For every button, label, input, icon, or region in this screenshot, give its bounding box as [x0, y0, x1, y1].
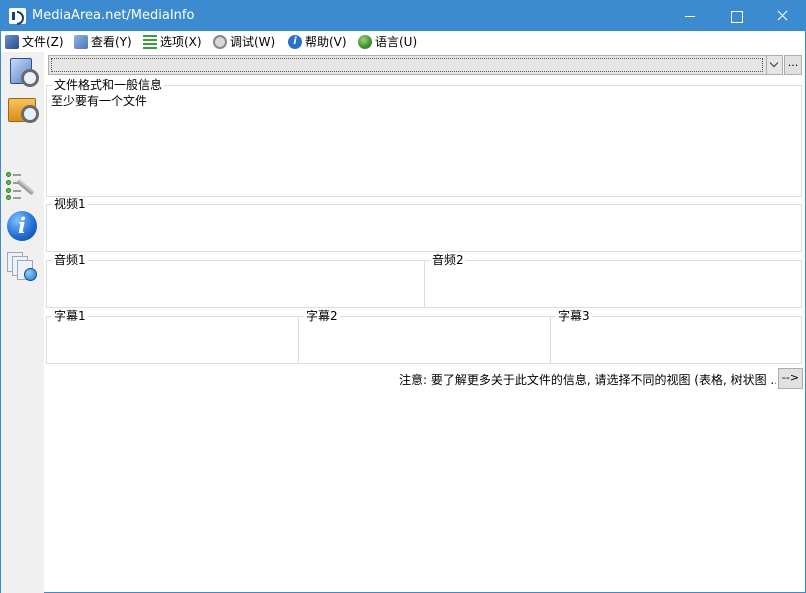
options-icon	[143, 34, 157, 49]
menu-file-label: 文件(Z)	[22, 35, 64, 49]
menu-debug[interactable]: 调试(W)	[213, 33, 275, 50]
audio1-title: 音频1	[52, 253, 88, 267]
menu-language-label: 语言(U)	[375, 35, 418, 49]
menu-view[interactable]: 查看(Y)	[74, 33, 132, 50]
text3-title: 字幕3	[556, 309, 592, 323]
menu-bar: 文件(Z) 查看(Y) 选项(X) 调试(W) i 帮助(V) 语言(U)	[1, 31, 805, 52]
about-button[interactable]: i	[6, 210, 39, 243]
left-toolbar: i	[1, 52, 44, 593]
menu-debug-label: 调试(W)	[230, 35, 276, 49]
general-info-title: 文件格式和一般信息	[52, 78, 165, 92]
debug-icon	[213, 34, 227, 49]
file-icon	[5, 34, 19, 49]
text2-title: 字幕2	[304, 309, 340, 323]
next-view-button[interactable]: -->	[778, 368, 803, 389]
website-button[interactable]	[6, 250, 39, 283]
mediainfo-window: MediaArea.net/MediaInfo 文件(Z) 查看(Y) 选项(X…	[0, 0, 806, 593]
minimize-button[interactable]	[667, 1, 713, 31]
menu-help[interactable]: i 帮助(V)	[288, 33, 347, 50]
language-icon	[358, 34, 372, 49]
open-file-button[interactable]	[6, 56, 39, 89]
maximize-button[interactable]	[713, 1, 759, 31]
preferences-button[interactable]	[6, 170, 39, 203]
general-info-group: 文件格式和一般信息 至少要有一个文件	[46, 78, 802, 197]
chevron-down-icon[interactable]	[766, 56, 782, 74]
menu-options[interactable]: 选项(X)	[143, 33, 202, 50]
audio1-group: 音频1	[46, 253, 425, 308]
close-button[interactable]	[759, 1, 805, 31]
mediainfo-app-icon[interactable]	[9, 8, 26, 25]
about-icon: i	[7, 211, 37, 241]
open-file-icon	[10, 58, 39, 87]
menu-view-label: 查看(Y)	[91, 35, 132, 49]
menu-file[interactable]: 文件(Z)	[5, 33, 64, 50]
open-folder-icon	[8, 98, 39, 123]
help-icon: i	[288, 34, 302, 49]
view-hint-note: 注意: 要了解更多关于此文件的信息, 请选择不同的视图 (表格, 树状图 ...…	[399, 373, 776, 387]
browse-button[interactable]: ...	[784, 55, 802, 75]
text2-group: 字幕2	[298, 309, 551, 364]
video1-title: 视频1	[52, 197, 88, 211]
window-title: MediaArea.net/MediaInfo	[32, 8, 195, 23]
preferences-icon	[6, 172, 38, 200]
audio2-title: 音频2	[430, 253, 466, 267]
text1-group: 字幕1	[46, 309, 299, 364]
open-folder-button[interactable]	[6, 94, 39, 127]
view-icon	[74, 34, 88, 49]
title-bar: MediaArea.net/MediaInfo	[1, 1, 805, 31]
general-info-content: 至少要有一个文件	[51, 94, 148, 108]
menu-help-label: 帮助(V)	[305, 35, 347, 49]
website-icon	[6, 252, 38, 282]
menu-language[interactable]: 语言(U)	[358, 33, 417, 50]
audio2-group: 音频2	[424, 253, 802, 308]
menu-options-label: 选项(X)	[160, 35, 202, 49]
video1-group: 视频1	[46, 197, 802, 252]
file-selector-value	[51, 58, 763, 72]
text3-group: 字幕3	[550, 309, 802, 364]
text1-title: 字幕1	[52, 309, 88, 323]
file-selector-combo[interactable]	[48, 55, 783, 75]
